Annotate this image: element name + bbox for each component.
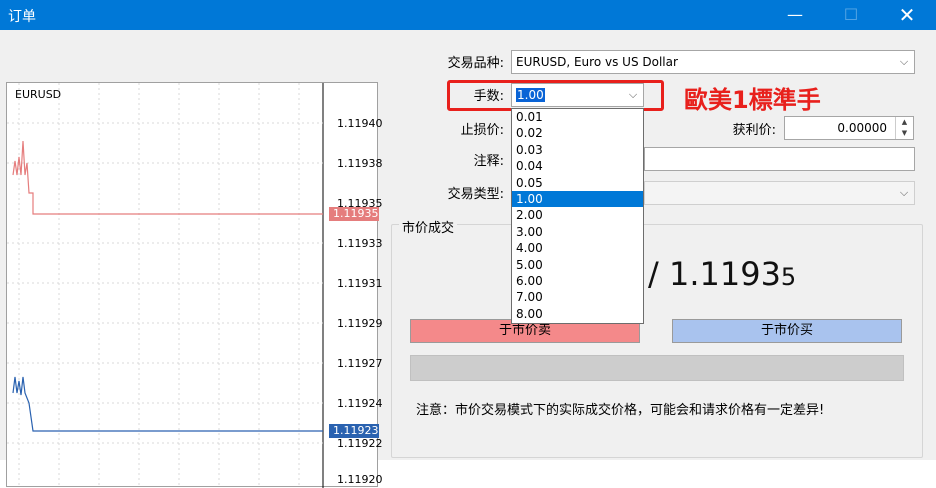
- price-label: 1.11940: [337, 117, 383, 130]
- spin-arrows-icon[interactable]: ▲ ▼: [895, 117, 913, 139]
- lots-option[interactable]: 5.00: [512, 257, 643, 273]
- symbol-value: EURUSD, Euro vs US Dollar: [516, 55, 678, 69]
- maximize-icon: ☐: [843, 5, 859, 24]
- symbol-label: 交易品种:: [447, 56, 504, 71]
- dialog-body: EURUSD 1.11940 1.11938 1.11935 1.11933 1…: [0, 30, 936, 488]
- lots-option[interactable]: 0.03: [512, 142, 643, 158]
- comment-field[interactable]: [644, 147, 915, 171]
- type-select[interactable]: ⌵: [644, 181, 915, 205]
- chevron-down-icon: ⌵: [899, 186, 909, 199]
- lots-option[interactable]: 2.00: [512, 207, 643, 223]
- lots-highlight-box: [447, 80, 664, 111]
- takeprofit-value: 0.00000: [837, 121, 887, 135]
- lots-option-selected[interactable]: 1.00: [512, 190, 643, 208]
- title-bar: 订单 — ☐ ✕: [0, 0, 936, 30]
- chart-symbol: EURUSD: [15, 88, 62, 101]
- lots-option[interactable]: 8.00: [512, 306, 643, 322]
- ask-quote: / 1.11935: [648, 255, 796, 293]
- lots-dropdown-list: 0.01 0.02 0.03 0.04 0.05 1.00 2.00 3.00 …: [511, 108, 644, 324]
- window-title: 订单: [8, 9, 36, 25]
- lots-option[interactable]: 6.00: [512, 273, 643, 289]
- chart-svg: [7, 83, 324, 488]
- takeprofit-field[interactable]: 0.00000 ▲ ▼: [784, 116, 914, 140]
- price-label: 1.11933: [337, 237, 383, 250]
- lots-option[interactable]: 7.00: [512, 289, 643, 305]
- lots-option[interactable]: 4.00: [512, 240, 643, 256]
- chevron-down-icon: ⌵: [899, 55, 909, 68]
- grid-lines: [7, 83, 323, 488]
- type-label: 交易类型:: [447, 187, 504, 202]
- price-label: 1.11929: [337, 317, 383, 330]
- minimize-icon[interactable]: —: [772, 0, 818, 30]
- price-chart: EURUSD 1.11940 1.11938 1.11935 1.11933 1…: [6, 82, 383, 488]
- price-label: 1.11927: [337, 357, 383, 370]
- annotation-text: 歐美1標準手: [684, 86, 821, 114]
- status-bar: [410, 355, 904, 381]
- sell-price-tag: 1.11935: [329, 207, 379, 221]
- buy-market-button[interactable]: 于市价买: [672, 319, 902, 343]
- price-label: 1.11920: [337, 473, 383, 486]
- symbol-select[interactable]: EURUSD, Euro vs US Dollar ⌵: [511, 50, 915, 74]
- takeprofit-label: 获利价:: [732, 123, 776, 138]
- buy-price-tag: 1.11923: [329, 424, 379, 438]
- price-label: 1.11924: [337, 397, 383, 410]
- close-icon[interactable]: ✕: [884, 0, 930, 30]
- lots-option[interactable]: 0.01: [512, 109, 643, 125]
- quote-main: / 1.1193: [648, 255, 781, 293]
- price-label: 1.11938: [337, 157, 383, 170]
- lots-option[interactable]: 0.05: [512, 175, 643, 191]
- execution-note: 注意：市价交易模式下的实际成交价格，可能会和请求价格有一定差异!: [416, 403, 825, 418]
- lots-option[interactable]: 3.00: [512, 224, 643, 240]
- lots-option[interactable]: 0.02: [512, 125, 643, 141]
- lots-option[interactable]: 0.04: [512, 158, 643, 174]
- price-label: 1.11931: [337, 277, 383, 290]
- price-label: 1.11922: [337, 437, 383, 450]
- stoploss-label: 止损价:: [460, 123, 504, 138]
- market-group-title: 市价成交: [399, 217, 458, 236]
- comment-label: 注释:: [473, 154, 504, 169]
- quote-last-digit: 5: [780, 263, 797, 291]
